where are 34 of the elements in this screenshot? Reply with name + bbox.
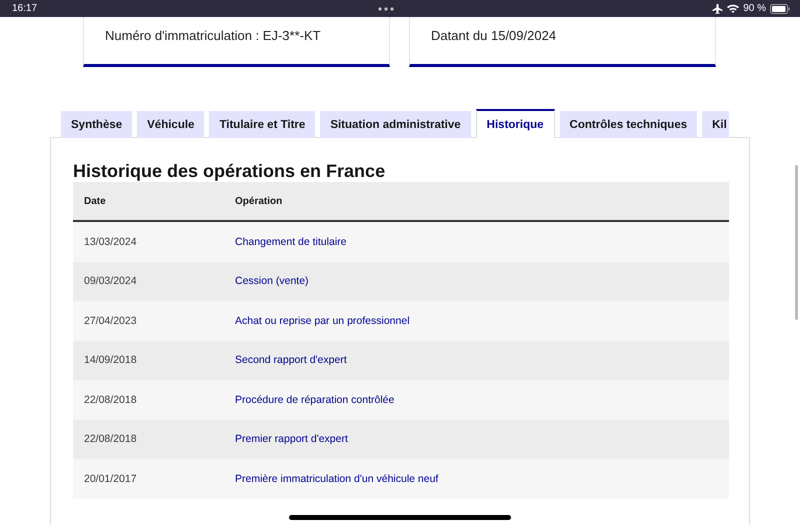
airplane-icon xyxy=(712,4,724,14)
operation-link[interactable]: Second rapport d'expert xyxy=(235,354,347,366)
tab[interactable]: Synthèse xyxy=(61,111,132,138)
operation-link[interactable]: Premier rapport d'expert xyxy=(235,433,348,446)
tab[interactable]: Kil xyxy=(702,111,729,138)
column-header: Date xyxy=(83,196,107,206)
section-title: Historique des opérations en France xyxy=(73,160,386,182)
clock-time: 16:17 xyxy=(12,3,38,14)
column-header: Opération xyxy=(235,196,282,206)
card-text: Datant du 15/09/2024 xyxy=(431,28,556,43)
operation-link[interactable]: Première immatriculation d'un véhicule neuf xyxy=(235,472,438,485)
more-icon[interactable] xyxy=(378,6,394,10)
battery-icon xyxy=(770,4,790,14)
tab[interactable]: Contrôles techniques xyxy=(560,111,698,138)
home-indicator[interactable] xyxy=(289,515,511,520)
wifi-icon xyxy=(727,4,740,13)
battery-percent: 90 % xyxy=(743,3,766,14)
date-cell-text: 09/03/2024 xyxy=(83,275,138,288)
date-cell-text: 13/03/2024 xyxy=(83,236,138,248)
tab[interactable]: Situation administrative xyxy=(320,111,471,138)
tab[interactable]: Titulaire et Titre xyxy=(209,111,316,138)
scrollbar[interactable] xyxy=(795,165,798,320)
date-cell-text: 14/09/2018 xyxy=(83,354,138,366)
operation-link[interactable]: Cession (vente) xyxy=(235,275,309,288)
operation-link[interactable]: Changement de titulaire xyxy=(235,236,346,248)
operation-link[interactable]: Procédure de réparation contrôlée xyxy=(235,394,394,406)
tab[interactable]: Véhicule xyxy=(137,111,204,138)
date-cell-text: 22/08/2018 xyxy=(83,433,138,446)
tab[interactable]: Historique xyxy=(476,109,555,138)
date-cell-text: 20/01/2017 xyxy=(83,472,138,485)
operation-link[interactable]: Achat ou reprise par un professionnel xyxy=(235,314,410,327)
card-text: Numéro d'immatriculation : EJ-3**-KT xyxy=(105,28,321,43)
date-cell-text: 22/08/2018 xyxy=(83,394,138,406)
date-cell-text: 27/04/2023 xyxy=(83,314,138,327)
